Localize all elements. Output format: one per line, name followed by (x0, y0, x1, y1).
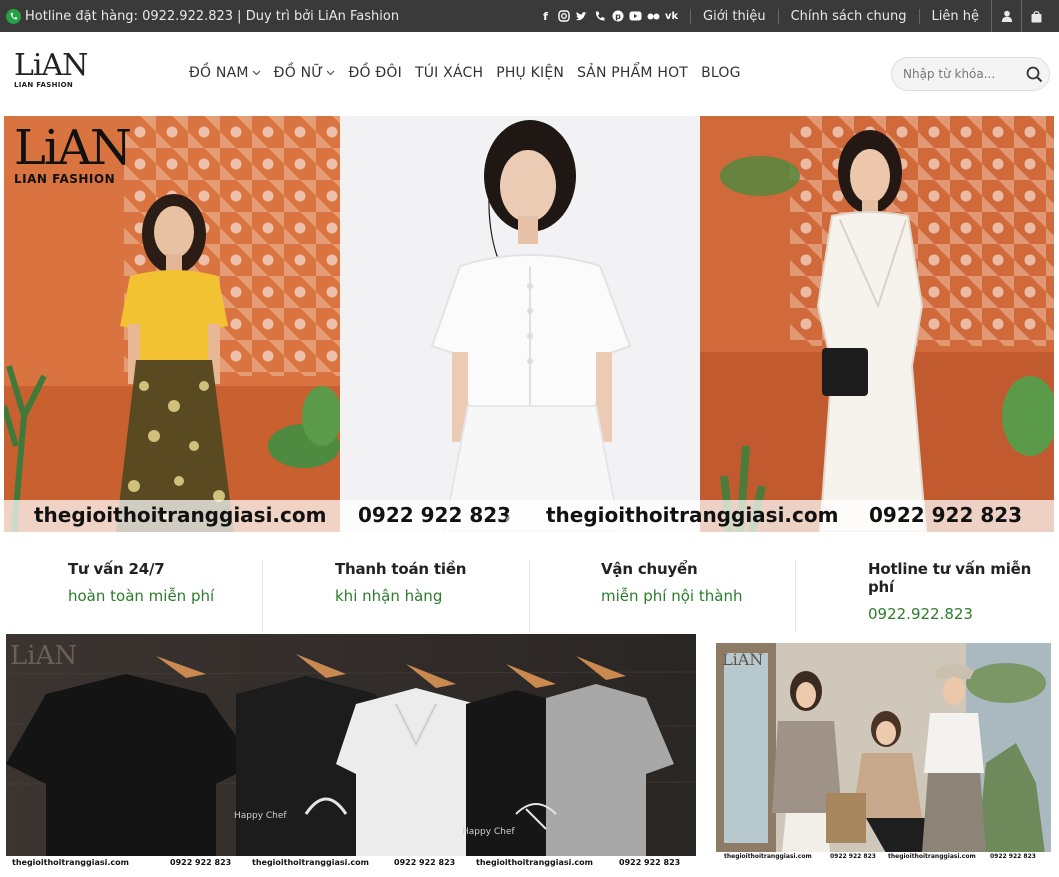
banner-tshirts[interactable]: Happy Chef Happy Chef LiAN thegioithoitr… (6, 634, 696, 870)
site-header: LiAN LIAN FASHION ĐỒ NAM ĐỒ NỮ ĐỒ ĐÔI TÚ… (0, 32, 1059, 114)
search-input[interactable] (892, 67, 1019, 81)
banner-strip-website: thegioithoitranggiasi.com (476, 858, 593, 867)
nav-label: ĐỒ NỮ (273, 65, 324, 81)
main-nav: ĐỒ NAM ĐỒ NỮ ĐỒ ĐÔI TÚI XÁCH PHỤ KIỆN SẢ… (189, 32, 741, 114)
banner-strip-website: thegioithoitranggiasi.com (252, 858, 369, 867)
hero-image-yellow-top: LiAN LIAN FASHION (4, 116, 340, 532)
banner-strip-phone: 0922 922 823 (170, 858, 232, 867)
top-link-policy[interactable]: Chính sách chung (777, 8, 919, 24)
tee-print-text: Happy Chef (234, 811, 287, 821)
vk-icon[interactable]: vk (665, 10, 678, 23)
hero-strip-website: thegioithoitranggiasi.com (34, 503, 327, 527)
banner2-watermark-strip: thegioithoitranggiasi.com 0922 922 823 t… (716, 852, 1051, 862)
banner-logo-mark: LiAN (10, 641, 77, 671)
logo-subtitle: LIAN FASHION (14, 81, 74, 89)
feature-hotline: Hotline tư vấn miễn phí 0922.922.823 (868, 560, 1059, 630)
site-logo[interactable]: LiAN LIAN FASHION (14, 48, 88, 96)
feature-title: Hotline tư vấn miễn phí (868, 560, 1032, 596)
search-icon[interactable] (1019, 66, 1049, 83)
hero-strip-phone: 0922 922 823 (358, 503, 512, 527)
feature-title: Thanh toán tiền (335, 560, 467, 578)
youtube-icon[interactable] (629, 10, 642, 23)
slider-dot[interactable] (506, 515, 516, 525)
feature-title: Vận chuyển (601, 560, 698, 578)
banner-women-group[interactable]: LiAN thegioithoitranggiasi.com 0922 922 … (716, 643, 1051, 862)
feature-desc: miễn phí nội thành (601, 587, 743, 605)
banner-strip-phone: 0922 922 823 (830, 853, 876, 860)
nav-item-women[interactable]: ĐỒ NỮ (274, 65, 336, 81)
hotline-info: Hotline đặt hàng: 0922.922.823 | Duy trì… (6, 0, 399, 32)
hero-logo-subtitle: LIAN FASHION (14, 172, 116, 186)
feature-support: Tư vấn 24/7 hoàn toàn miễn phí (68, 560, 214, 630)
search-box (891, 57, 1050, 91)
top-link-about[interactable]: Giới thiệu (690, 8, 778, 24)
top-nav: Giới thiệu Chính sách chung Liên hệ (690, 8, 991, 24)
nav-item-men[interactable]: ĐỒ NAM (189, 65, 261, 81)
banner-strip-website: thegioithoitranggiasi.com (888, 853, 976, 860)
nav-item-accessories[interactable]: PHỤ KIỆN (496, 65, 564, 81)
chevron-down-icon (327, 70, 335, 76)
hero-image-white-blouse (340, 116, 700, 532)
account-icon[interactable] (991, 0, 1021, 32)
hero-logo: LiAN LIAN FASHION (14, 120, 132, 186)
facebook-icon[interactable]: f (539, 10, 552, 23)
nav-item-couple[interactable]: ĐỒ ĐÔI (348, 65, 402, 81)
nav-label: BLOG (701, 65, 741, 81)
banner-logo-mark: LiAN (722, 650, 763, 669)
hero-strip-website: thegioithoitranggiasi.com (546, 503, 839, 527)
nav-label: PHỤ KIỆN (496, 65, 565, 81)
feature-shipping: Vận chuyển miễn phí nội thành (601, 560, 742, 630)
banner1-watermark-strip: thegioithoitranggiasi.com 0922 922 823 t… (6, 856, 696, 870)
hero-image-white-dress (700, 116, 1054, 532)
feature-divider (529, 560, 530, 632)
nav-label: ĐỒ NAM (189, 65, 249, 81)
nav-label: TÚI XÁCH (414, 65, 484, 81)
logo-mark: LiAN (14, 48, 88, 83)
feature-desc: 0922.922.823 (868, 605, 973, 623)
feature-row: Tư vấn 24/7 hoàn toàn miễn phí Thanh toá… (0, 548, 1059, 634)
hero-logo-mark: LiAN (14, 120, 132, 176)
banner-strip-phone: 0922 922 823 (394, 858, 456, 867)
hero-slider[interactable]: LiAN LIAN FASHION thegioithoitranggiasi.… (4, 116, 1054, 532)
banner-strip-website: thegioithoitranggiasi.com (12, 858, 129, 867)
feature-title: Tư vấn 24/7 (68, 560, 165, 578)
nav-item-hot-products[interactable]: SẢN PHẨM HOT (577, 65, 688, 81)
top-link-contact[interactable]: Liên hệ (918, 8, 991, 24)
tee-print-text: Happy Chef (462, 827, 515, 837)
flickr-icon[interactable] (647, 10, 660, 23)
hotline-text: Hotline đặt hàng: 0922.922.823 | Duy trì… (25, 8, 400, 24)
feature-divider (795, 560, 796, 632)
nav-label: SẢN PHẨM HOT (577, 65, 689, 81)
svg-text:p: p (615, 12, 621, 21)
social-links: f p vk (539, 10, 678, 23)
top-bar: Hotline đặt hàng: 0922.922.823 | Duy trì… (0, 0, 1059, 32)
twitter-icon[interactable] (575, 10, 588, 23)
chevron-down-icon (252, 70, 261, 76)
feature-payment: Thanh toán tiền khi nhận hàng (335, 560, 466, 630)
hero-strip-phone: 0922 922 823 (869, 503, 1023, 527)
pinterest-icon[interactable]: p (611, 10, 624, 23)
feature-divider (262, 560, 263, 632)
nav-item-bags[interactable]: TÚI XÁCH (415, 65, 483, 81)
banner-strip-phone: 0922 922 823 (619, 858, 681, 867)
feature-desc: hoàn toàn miễn phí (68, 587, 215, 605)
phone-badge-icon (6, 8, 21, 24)
banner-strip-website: thegioithoitranggiasi.com (724, 853, 812, 860)
cart-icon[interactable] (1021, 0, 1051, 32)
phone-icon[interactable] (593, 10, 606, 23)
banner-strip-phone: 0922 922 823 (990, 853, 1036, 860)
slider-dot-active[interactable] (524, 515, 534, 525)
nav-label: ĐỒ ĐÔI (348, 65, 402, 81)
feature-desc: khi nhận hàng (335, 587, 443, 605)
instagram-icon[interactable] (557, 10, 570, 23)
nav-item-blog[interactable]: BLOG (701, 65, 741, 81)
